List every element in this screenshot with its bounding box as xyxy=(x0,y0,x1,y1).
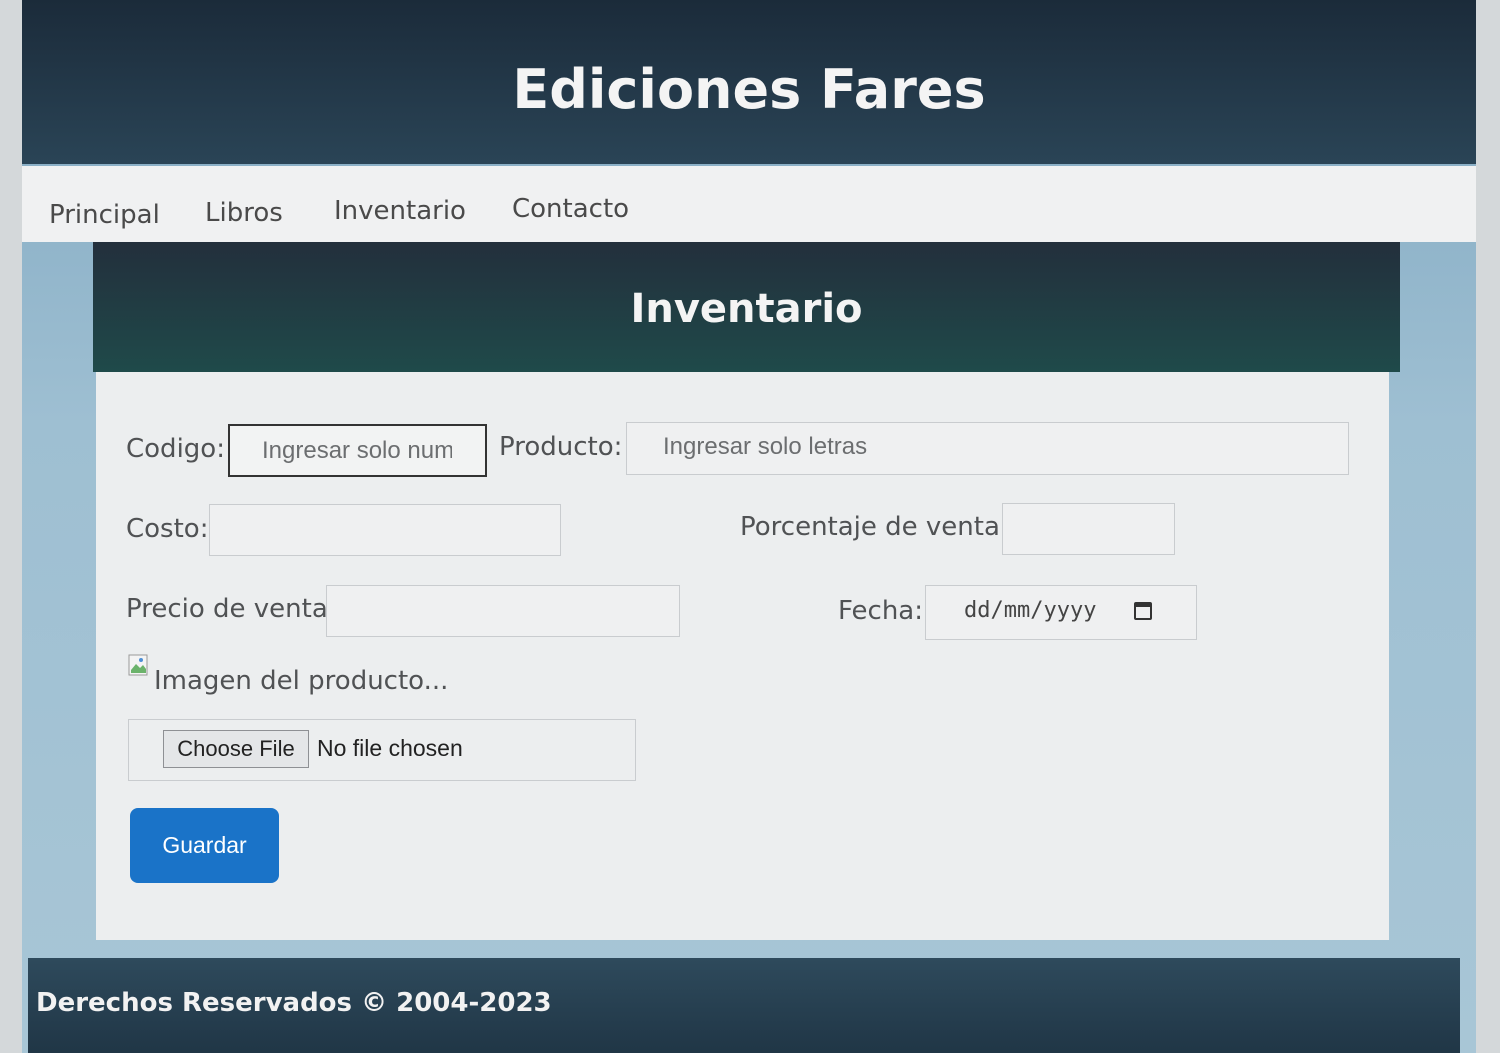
precio-label: Precio de venta: xyxy=(126,594,337,624)
porcentaje-label: Porcentaje de venta: xyxy=(740,512,1009,542)
porcentaje-input[interactable] xyxy=(1002,503,1175,555)
codigo-placeholder: Ingresar solo numé xyxy=(262,437,452,464)
choose-file-button[interactable]: Choose File xyxy=(163,730,309,768)
site-footer: Derechos Reservados © 2004-2023 xyxy=(28,958,1460,1053)
codigo-input[interactable]: Ingresar solo numé xyxy=(228,424,487,477)
nav-item-contacto[interactable]: Contacto xyxy=(512,194,629,224)
fecha-input[interactable]: dd/mm/yyyy xyxy=(925,585,1197,640)
main-nav: Principal Libros Inventario Contacto xyxy=(22,166,1476,242)
save-button[interactable]: Guardar xyxy=(130,808,279,883)
file-input: Choose File No file chosen xyxy=(128,719,636,781)
panel-title: Inventario xyxy=(630,286,863,332)
fecha-label: Fecha: xyxy=(838,596,923,626)
nav-item-inventario[interactable]: Inventario xyxy=(334,196,466,226)
footer-copyright: Derechos Reservados © 2004-2023 xyxy=(36,988,552,1018)
panel-header: Inventario xyxy=(93,242,1400,372)
producto-placeholder: Ingresar solo letras xyxy=(663,433,868,460)
broken-image-icon xyxy=(128,654,148,676)
nav-item-libros[interactable]: Libros xyxy=(205,198,283,228)
file-status: No file chosen xyxy=(317,735,463,761)
brand-title: Ediciones Fares xyxy=(512,58,986,121)
precio-input[interactable] xyxy=(326,585,680,637)
producto-label: Producto: xyxy=(499,432,623,462)
fecha-placeholder: dd/mm/yyyy xyxy=(964,598,1097,623)
product-image-alt: Imagen del producto... xyxy=(154,666,449,696)
costo-label: Costo: xyxy=(126,514,209,544)
costo-input[interactable] xyxy=(209,504,561,556)
calendar-icon[interactable] xyxy=(1134,602,1152,620)
site-container: Ediciones Fares Principal Libros Inventa… xyxy=(22,0,1476,1053)
inventory-form: Codigo: Ingresar solo numé Producto: Ing… xyxy=(96,372,1389,940)
codigo-label: Codigo: xyxy=(126,434,225,464)
nav-item-principal[interactable]: Principal xyxy=(49,200,160,230)
producto-input[interactable]: Ingresar solo letras xyxy=(626,422,1349,475)
site-header: Ediciones Fares xyxy=(22,0,1476,164)
